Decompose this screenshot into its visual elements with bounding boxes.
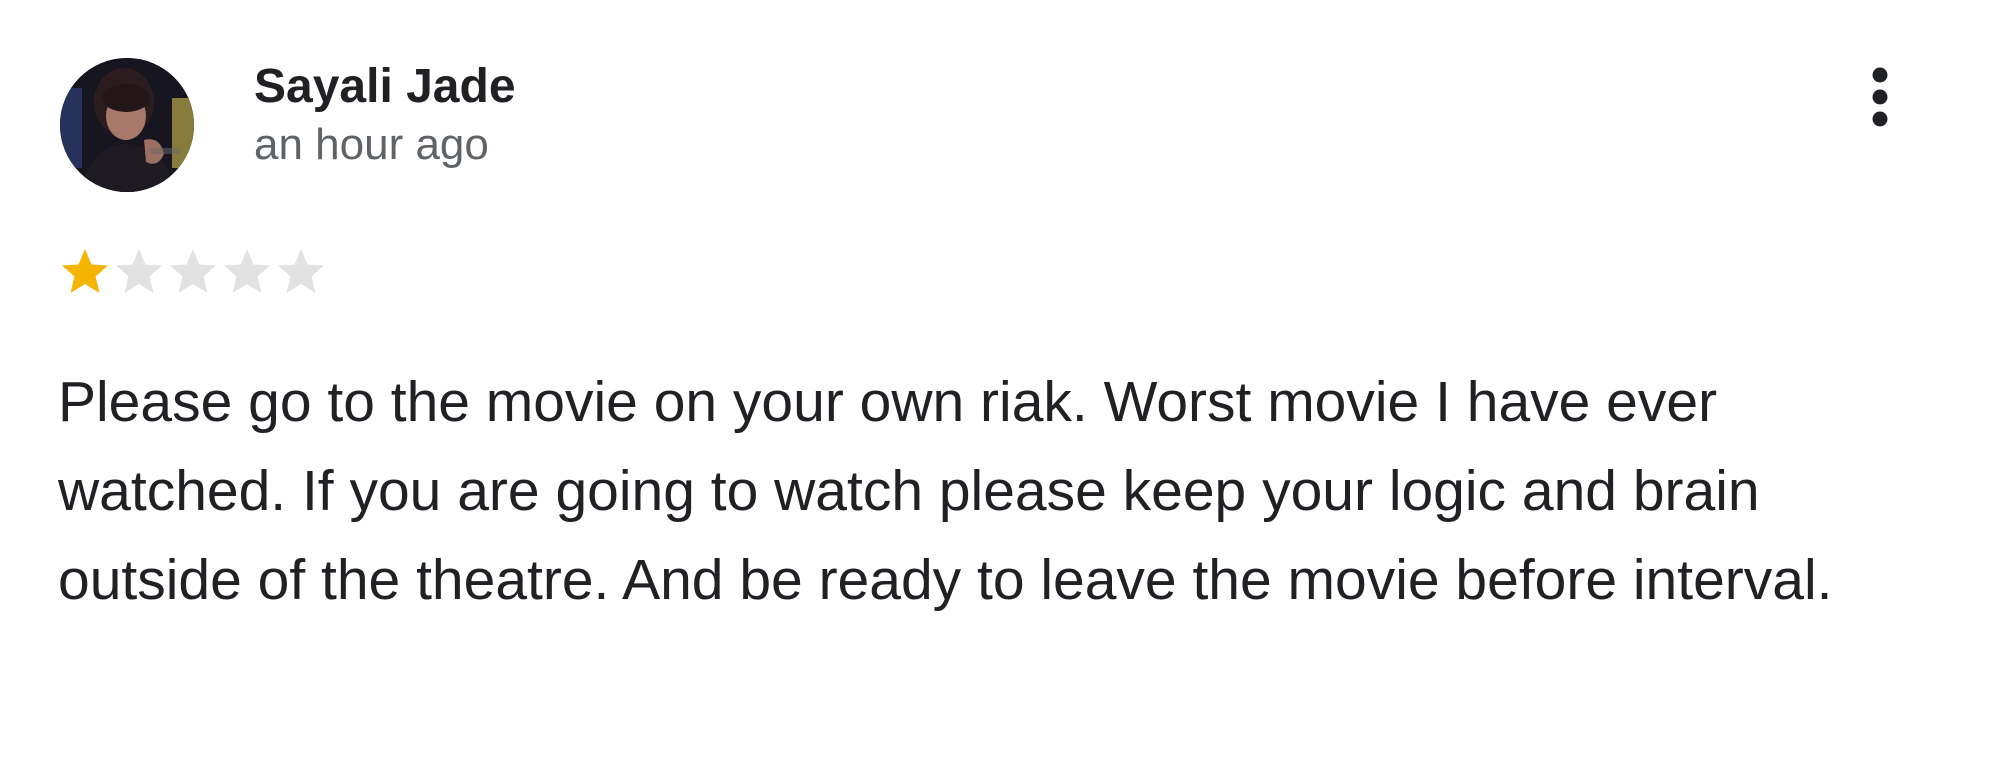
more-vert-icon (1872, 67, 1888, 127)
star-empty-icon (278, 249, 324, 293)
star-empty-icon (116, 249, 162, 293)
avatar[interactable] (60, 58, 194, 192)
star-rating (58, 244, 328, 300)
star-filled-icon (62, 249, 108, 293)
review-card: Sayali Jade an hour ago Please go to the… (0, 0, 2000, 759)
reviewer-name[interactable]: Sayali Jade (254, 58, 516, 116)
review-time: an hour ago (254, 120, 489, 169)
more-options-button[interactable] (1850, 62, 1910, 132)
star-empty-icon (224, 249, 270, 293)
avatar-photo-icon (60, 58, 194, 192)
star-empty-icon (170, 249, 216, 293)
review-text: Please go to the movie on your own riak.… (58, 370, 1833, 612)
